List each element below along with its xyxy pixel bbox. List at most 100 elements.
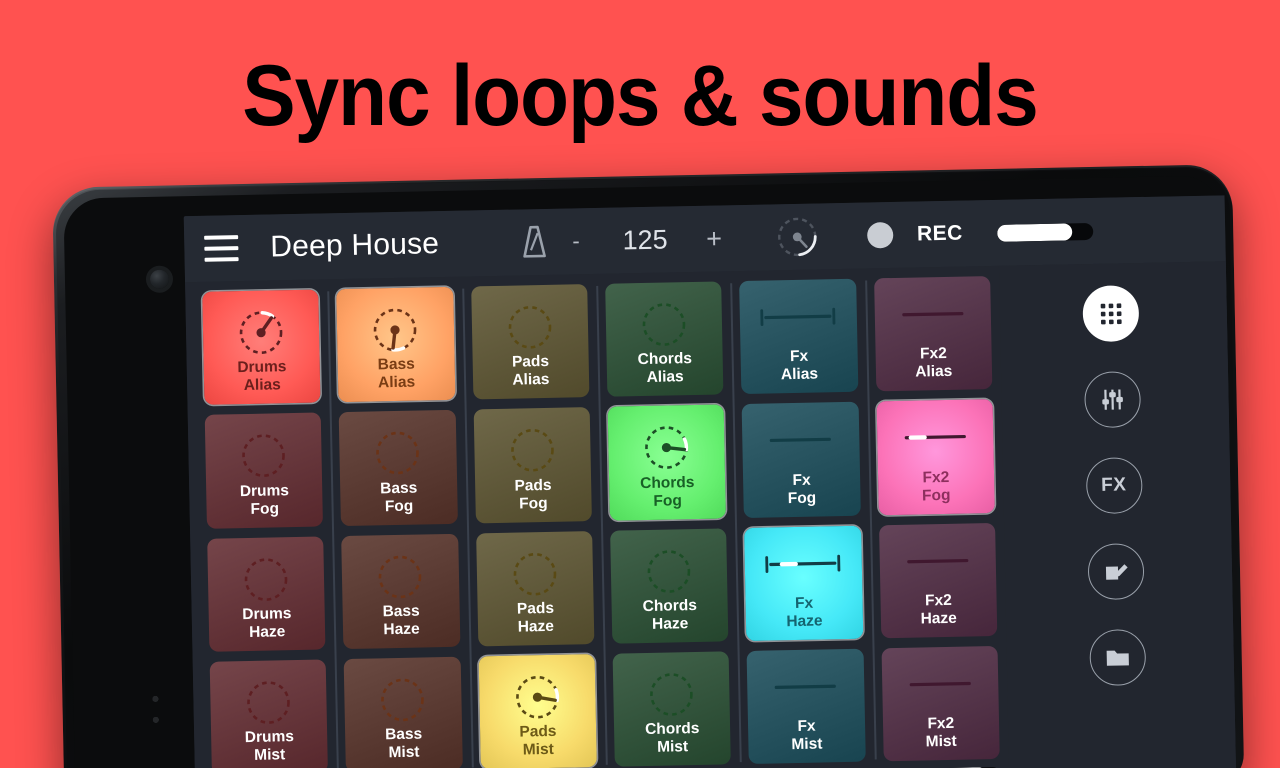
pad-label: Drums Mist [245, 728, 295, 765]
pad-fx-alias[interactable]: Fx Alias [739, 278, 859, 395]
pad-knob-icon [236, 307, 287, 363]
pad-drums-mist[interactable]: Drums Mist [209, 659, 329, 768]
pad-label: Chords Alias [638, 350, 693, 387]
pad-knob-icon [243, 677, 294, 733]
quantize-dial-icon[interactable] [773, 212, 822, 261]
pad-label-top: Pads [519, 722, 557, 741]
pad-fx-fog[interactable]: Fx Fog [741, 401, 861, 518]
pad-label-top: Bass [384, 725, 423, 744]
pad-pads-fog[interactable]: Pads Fog [473, 407, 592, 523]
pad-label-bottom: Fog [921, 486, 951, 504]
rec-label[interactable]: REC [917, 222, 963, 247]
pad-bass-haze[interactable]: Bass Haze [341, 533, 461, 649]
pad-label-top: Pads [516, 599, 555, 618]
mixer-sliders-icon [1099, 386, 1126, 413]
metronome-icon[interactable] [519, 225, 550, 260]
pad-drums-fog[interactable]: Drums Fog [204, 412, 324, 529]
pad-label: Fx2 Mist [925, 715, 957, 752]
pad-fx2-haze[interactable]: Fx2 Haze [878, 522, 998, 639]
pad-label-bottom: Mist [254, 746, 286, 764]
pad-drums-haze[interactable]: Drums Haze [207, 535, 326, 652]
pad-slider-icon [757, 423, 844, 462]
pad-label-top: Chords [644, 719, 700, 739]
pad-label: Fx Fog [787, 471, 817, 508]
pad-label: Bass Fog [380, 479, 418, 516]
grid-button[interactable] [1081, 285, 1139, 343]
pad-label-top: Fx [792, 471, 811, 489]
pad-label: Bass Mist [385, 726, 423, 763]
pad-pads-alias[interactable]: Pads Alias [470, 284, 590, 400]
pad-label-top: Pads [514, 476, 552, 495]
pad-fx-mist[interactable]: Fx Mist [746, 648, 866, 764]
pad-slider-icon [762, 670, 849, 709]
pad-label-bottom: Fog [250, 499, 280, 518]
speaker-grill [148, 691, 176, 735]
pad-slider-icon [894, 544, 981, 583]
pad-label: Bass Haze [382, 602, 420, 639]
pad-drums-alias[interactable]: Drums Alias [202, 289, 321, 406]
pad-knob-icon [507, 425, 558, 481]
pad-pads-haze[interactable]: Pads Haze [475, 530, 595, 647]
pad-label: Drums Fog [240, 482, 290, 519]
bpm-decrease-button[interactable]: - [549, 228, 603, 253]
pad-knob-icon [241, 554, 292, 610]
edit-button[interactable] [1086, 543, 1145, 601]
pad-knob-icon [639, 299, 690, 355]
pad-knob-icon [512, 671, 563, 727]
bpm-value[interactable]: 125 [603, 224, 688, 257]
pad-bass-alias[interactable]: Bass Alias [336, 286, 456, 403]
pad-label: Chords Fog [640, 474, 695, 511]
pad-label-bottom: Haze [786, 612, 823, 630]
pad-slider-icon [760, 546, 847, 585]
pad-knob-icon [641, 422, 692, 478]
pad-column-pads: Pads Alias Pads Fog Pads Haze Pads Mist [462, 284, 606, 768]
pad-fx2-mist[interactable]: Fx2 Mist [881, 645, 1000, 762]
phone-mockup: Deep House - 125 + REC Drums Alias Drums… [52, 164, 1245, 768]
fx-button[interactable]: FX [1085, 457, 1143, 515]
pad-label-bottom: Alias [646, 368, 684, 387]
pad-column-drums: Drums Alias Drums Fog Drums Haze Drums Mist [193, 289, 337, 768]
pad-bass-fog[interactable]: Bass Fog [339, 410, 458, 526]
pad-label: Pads Mist [519, 723, 557, 760]
pad-slider-icon [755, 300, 842, 339]
pad-label-top: Fx2 [924, 591, 952, 610]
pad-bass-mist[interactable]: Bass Mist [343, 656, 463, 768]
pad-column-bass: Bass Alias Bass Fog Bass Haze Bass Mist [328, 286, 472, 768]
master-volume-slider[interactable] [996, 222, 1093, 242]
pad-label-bottom: Fog [518, 494, 548, 513]
pad-knob-icon [377, 674, 428, 730]
pad-label-top: Fx [797, 717, 816, 735]
pad-label: Pads Fog [514, 476, 552, 513]
pad-fx-haze[interactable]: Fx Haze [744, 525, 863, 641]
files-button[interactable] [1088, 629, 1146, 687]
pad-label: Fx2 Alias [915, 345, 953, 382]
pad-label-top: Fx [789, 347, 809, 366]
pad-knob-icon [509, 548, 560, 604]
pad-label-bottom: Fog [787, 489, 817, 507]
pad-label: Fx Alias [780, 348, 818, 385]
pad-label-bottom: Alias [243, 376, 281, 395]
pad-knob-icon [375, 551, 426, 607]
pad-label: Fx2 Haze [920, 592, 957, 629]
pad-knob-icon [370, 304, 421, 360]
record-dot-icon[interactable] [866, 221, 894, 249]
pad-fx2-alias[interactable]: Fx2 Alias [873, 276, 993, 392]
pad-fx2-fog[interactable]: Fx2 Fog [876, 399, 995, 515]
pad-label: Fx2 Fog [922, 468, 951, 505]
pad-chords-mist[interactable]: Chords Mist [612, 651, 732, 767]
pad-label-top: Drums [244, 728, 295, 747]
bpm-increase-button[interactable]: + [687, 223, 742, 253]
pad-chords-fog[interactable]: Chords Fog [607, 404, 727, 521]
hamburger-menu-icon[interactable] [204, 226, 249, 271]
pad-chords-haze[interactable]: Chords Haze [610, 527, 729, 644]
pad-chords-alias[interactable]: Chords Alias [605, 281, 724, 397]
pad-label-top: Bass [382, 602, 420, 621]
song-title[interactable]: Deep House [270, 227, 439, 264]
pad-label-bottom: Fog [653, 491, 683, 510]
pad-label-top: Bass [379, 479, 418, 497]
pad-pads-mist[interactable]: Pads Mist [478, 653, 597, 768]
pad-label-top: Pads [511, 353, 550, 371]
pad-knob-icon [646, 669, 697, 725]
pad-label-bottom: Alias [377, 373, 416, 392]
mixer-button[interactable] [1083, 371, 1141, 429]
